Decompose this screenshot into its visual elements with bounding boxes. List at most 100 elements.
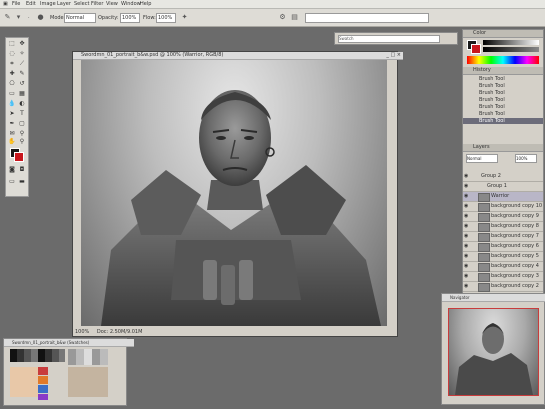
shape-tool-icon[interactable]: ▢	[18, 120, 26, 128]
swatch-search-panel: Swatch	[334, 32, 458, 45]
window-controls[interactable]: _ □ ×	[386, 52, 401, 59]
eye-icon[interactable]: ◉	[464, 212, 468, 221]
path-select-icon[interactable]: ➤	[8, 110, 16, 118]
layer-thumbnail	[478, 233, 490, 242]
navigator-preview[interactable]	[448, 308, 539, 396]
menu-filter[interactable]: Filter	[91, 1, 103, 7]
standard-mode-icon[interactable]: ◘	[18, 166, 26, 174]
eye-icon[interactable]: ◉	[464, 192, 468, 201]
layer-row: ◉ background copy 9	[463, 212, 543, 222]
red-swatch[interactable]	[38, 367, 48, 375]
r-slider[interactable]	[483, 40, 539, 45]
marquee-tool-icon[interactable]: ⬚	[8, 40, 16, 48]
layer-thumbnail	[478, 283, 490, 292]
eye-icon[interactable]: ◉	[464, 272, 468, 281]
move-tool-icon[interactable]: ✥	[18, 40, 26, 48]
history-brush-icon[interactable]: ↺	[18, 80, 26, 88]
gradient-tool-icon[interactable]: ▦	[18, 90, 26, 98]
menu-select[interactable]: Select	[74, 1, 89, 7]
dodge-tool-icon[interactable]: ◐	[18, 100, 26, 108]
eye-icon[interactable]: ◉	[464, 202, 468, 211]
brush-tool-icon[interactable]: ✎	[18, 70, 26, 78]
history-item: Brush Tool	[479, 111, 505, 117]
eye-icon[interactable]: ◉	[464, 282, 468, 291]
opacity-field[interactable]: 100%	[120, 13, 140, 23]
background-color-swatch[interactable]	[14, 152, 24, 162]
eye-icon[interactable]: ◉	[464, 222, 468, 231]
stamp-tool-icon[interactable]: ⎔	[8, 80, 16, 88]
layer-row: ◉ background copy 7	[463, 232, 543, 242]
menu-help[interactable]: Help	[140, 1, 151, 7]
purple-swatch[interactable]	[38, 394, 48, 400]
fullscreen-mode-icon[interactable]: ▬	[18, 178, 26, 186]
opacity-label: Opacity:	[98, 15, 119, 21]
layer-thumbnail	[478, 193, 490, 202]
eye-icon[interactable]: ◉	[464, 242, 468, 251]
slice-tool-icon[interactable]: ⟋	[18, 60, 26, 68]
blue-swatch[interactable]	[38, 385, 48, 393]
layers-panel-header[interactable]: Layers	[463, 144, 543, 152]
healing-tool-icon[interactable]: ✚	[8, 70, 16, 78]
airbrush-icon[interactable]: ✦	[180, 13, 189, 22]
g-slider[interactable]	[483, 47, 539, 52]
layer-thumbnail	[478, 253, 490, 262]
layer-row: ◉ background copy 4	[463, 262, 543, 272]
layer-thumbnail	[478, 243, 490, 252]
hand-tool-icon[interactable]: ✋	[8, 138, 16, 146]
search-input[interactable]: Swatch	[338, 35, 440, 43]
quickmask-icon[interactable]: ◙	[8, 166, 16, 174]
lasso-tool-icon[interactable]: ◌	[8, 50, 16, 58]
crop-tool-icon[interactable]: ⌗	[8, 60, 16, 68]
color-spectrum[interactable]	[467, 56, 539, 64]
eye-icon[interactable]: ◉	[464, 262, 468, 271]
color-panel-header[interactable]: HistoryColor	[463, 30, 543, 38]
eye-icon[interactable]: ◉	[464, 182, 468, 191]
eye-icon[interactable]: ◉	[464, 252, 468, 261]
tan-swatch[interactable]	[68, 367, 108, 397]
layer-thumbnail	[478, 223, 490, 232]
type-tool-icon[interactable]: T	[18, 110, 26, 118]
eyedropper-icon[interactable]: ⚲	[18, 130, 26, 138]
flow-field[interactable]: 100%	[156, 13, 176, 23]
orange-swatch[interactable]	[38, 376, 48, 384]
chevron-down-icon[interactable]: ▾	[14, 13, 23, 22]
light-swatches[interactable]	[68, 349, 108, 365]
zoom-level[interactable]: 100%	[75, 329, 89, 335]
brush-label: ⋅	[28, 15, 30, 21]
painting-canvas[interactable]	[81, 60, 387, 326]
menu-window[interactable]: Window	[121, 1, 141, 7]
menu-view[interactable]: View	[106, 1, 118, 7]
flow-label: Flow:	[143, 15, 156, 21]
magic-wand-icon[interactable]: ✧	[18, 50, 26, 58]
menu-image[interactable]: Image	[40, 1, 56, 7]
layer-opacity-field[interactable]: 100%	[515, 154, 537, 163]
palette-well-icon[interactable]: ▤	[290, 13, 299, 22]
screen-mode-icon[interactable]: ▭	[8, 178, 16, 186]
blend-mode-select[interactable]: Normal	[466, 154, 498, 163]
app-icon[interactable]: ▣	[3, 1, 8, 7]
eye-icon[interactable]: ◉	[464, 172, 468, 181]
bridge-icon[interactable]: ⚙	[278, 13, 287, 22]
layer-row: ◉ background copy 8	[463, 222, 543, 232]
grayscale-swatches[interactable]	[10, 349, 65, 362]
mode-select[interactable]: Normal	[64, 13, 96, 23]
blur-tool-icon[interactable]: 💧	[8, 100, 16, 108]
skin-swatch[interactable]	[10, 367, 38, 397]
navigator-title[interactable]: Navigator	[442, 294, 545, 302]
menu-bar: ▣ File Edit Image Layer Select Filter Vi…	[0, 0, 545, 9]
eraser-tool-icon[interactable]: ▭	[8, 90, 16, 98]
layer-row: ◉ background copy 5	[463, 252, 543, 262]
history-panel-header[interactable]: History	[463, 67, 543, 75]
notes-tool-icon[interactable]: ✉	[8, 130, 16, 138]
swatches-title[interactable]: Swordmn_01_portrait_b&w (Swatches)	[4, 339, 134, 347]
menu-layer[interactable]: Layer	[57, 1, 71, 7]
menu-edit[interactable]: Edit	[26, 1, 36, 7]
brush-tool-icon[interactable]: ✎	[3, 13, 12, 22]
menu-file[interactable]: File	[12, 1, 20, 7]
bg-color-chip[interactable]	[471, 44, 481, 54]
eye-icon[interactable]: ◉	[464, 232, 468, 241]
right-panel-dock: HistoryColor History Brush Tool Brush To…	[462, 29, 544, 299]
zoom-tool-icon[interactable]: ⚲	[18, 138, 26, 146]
brush-preset-icon[interactable]: ●	[36, 13, 45, 22]
pen-tool-icon[interactable]: ✒	[8, 120, 16, 128]
